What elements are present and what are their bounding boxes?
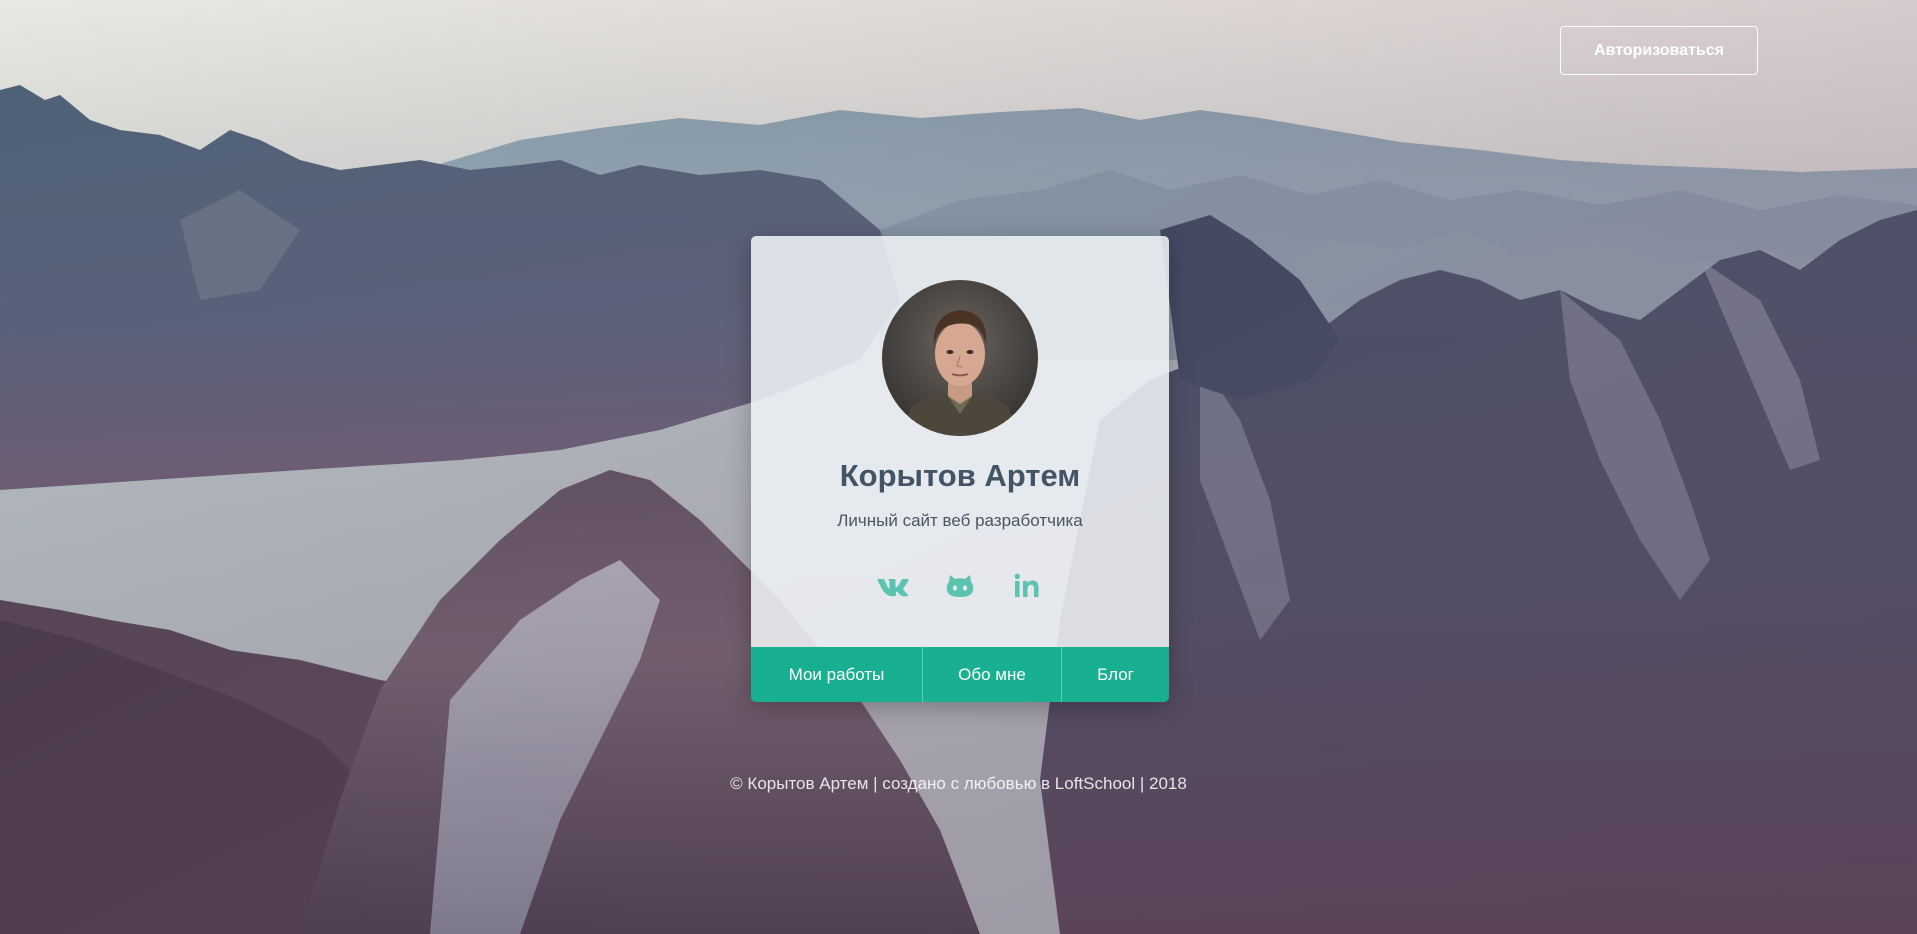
profile-subtitle: Личный сайт веб разработчика [837, 511, 1083, 530]
social-links [751, 568, 1169, 604]
profile-card: Корытов Артем Личный сайт веб разработчи… [751, 236, 1169, 702]
nav-about-me[interactable]: Обо мне [922, 647, 1061, 702]
login-button[interactable]: Авторизоваться [1560, 26, 1758, 75]
page-background: Авторизоваться Корытов Артем Личный сайт… [0, 0, 1917, 934]
github-icon [946, 575, 974, 597]
linkedin-icon [1014, 573, 1039, 597]
card-nav: Мои работы Обо мне Блог [751, 647, 1169, 702]
vk-icon [877, 579, 909, 597]
nav-blog[interactable]: Блог [1061, 647, 1169, 702]
avatar [882, 280, 1038, 436]
footer-copyright: © Корытов Артем | создано с любовью в Lo… [730, 774, 1187, 793]
linkedin-link[interactable] [1009, 568, 1045, 604]
avatar-photo [882, 280, 1038, 436]
nav-my-works[interactable]: Мои работы [751, 647, 922, 702]
vk-link[interactable] [875, 568, 911, 604]
github-link[interactable] [942, 568, 978, 604]
card-body: Корытов Артем Личный сайт веб разработчи… [751, 236, 1169, 647]
profile-name: Корытов Артем [839, 458, 1081, 493]
